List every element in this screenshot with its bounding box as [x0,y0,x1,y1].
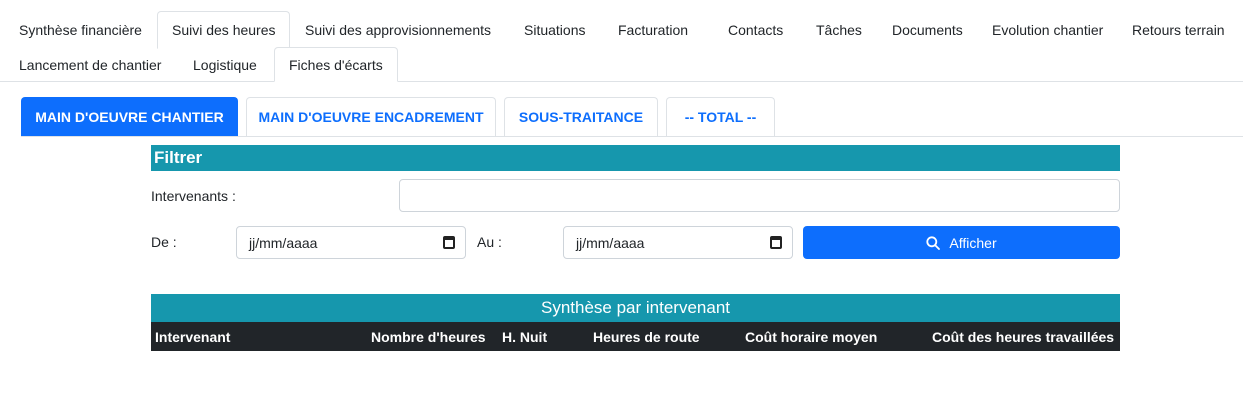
tab-evolution-chantier[interactable]: Evolution chantier [977,11,1117,49]
to-date-placeholder: jj/mm/aaaa [576,234,645,251]
from-date-label: De : [151,234,177,250]
from-date-input[interactable]: jj/mm/aaaa [236,226,466,259]
calendar-icon[interactable] [770,236,782,249]
top-tab-row-2: Lancement de chantier Logistique Fiches … [0,47,398,82]
to-date-label: Au : [477,234,502,250]
subtab-sous-traitance[interactable]: SOUS-TRAITANCE [504,97,658,136]
afficher-button[interactable]: Afficher [803,226,1120,259]
col-cout-horaire-moyen[interactable]: Coût horaire moyen [745,329,877,345]
subtab-total[interactable]: -- TOTAL -- [666,97,775,136]
col-h-nuit[interactable]: H. Nuit [502,329,547,345]
to-date-input[interactable]: jj/mm/aaaa [563,226,793,259]
intervenants-label: Intervenants : [151,188,236,204]
col-cout-heures-travaillees[interactable]: Coût des heures travaillées [932,329,1114,345]
tab-taches[interactable]: Tâches [801,11,877,49]
tab-synthese-financiere[interactable]: Synthèse financière [0,11,157,49]
subtab-main-oeuvre-chantier[interactable]: MAIN D'OEUVRE CHANTIER [21,97,238,136]
subtab-main-oeuvre-encadrement[interactable]: MAIN D'OEUVRE ENCADREMENT [246,97,496,136]
synthese-column-headers: Intervenant Nombre d'heures H. Nuit Heur… [151,322,1120,351]
col-heures-de-route[interactable]: Heures de route [593,329,700,345]
from-date-placeholder: jj/mm/aaaa [249,234,318,251]
top-tab-bar: Synthèse financière Suivi des heures Sui… [0,0,1243,82]
col-nombre-heures[interactable]: Nombre d'heures [371,329,486,345]
tab-suivi-des-heures[interactable]: Suivi des heures [157,11,290,49]
afficher-button-label: Afficher [949,234,997,251]
tab-situations[interactable]: Situations [509,11,603,49]
filter-header: Filtrer [151,145,1120,171]
col-intervenant[interactable]: Intervenant [155,329,230,345]
calendar-icon[interactable] [443,236,455,249]
sub-tab-bar: MAIN D'OEUVRE CHANTIER MAIN D'OEUVRE ENC… [21,97,1243,137]
tab-documents[interactable]: Documents [877,11,977,49]
tab-facturation[interactable]: Facturation [603,11,713,49]
tab-contacts[interactable]: Contacts [713,11,801,49]
top-tab-row-1: Synthèse financière Suivi des heures Sui… [0,11,1239,49]
tab-lancement-de-chantier[interactable]: Lancement de chantier [0,47,178,82]
tab-logistique[interactable]: Logistique [178,47,274,82]
intervenants-input[interactable] [399,179,1120,212]
tab-suivi-approvisionnements[interactable]: Suivi des approvisionnements [290,11,509,49]
search-icon [926,235,941,250]
synthese-header: Synthèse par intervenant [151,294,1120,322]
tab-fiches-ecarts[interactable]: Fiches d'écarts [274,47,398,82]
tab-retours-terrain[interactable]: Retours terrain [1117,11,1239,49]
